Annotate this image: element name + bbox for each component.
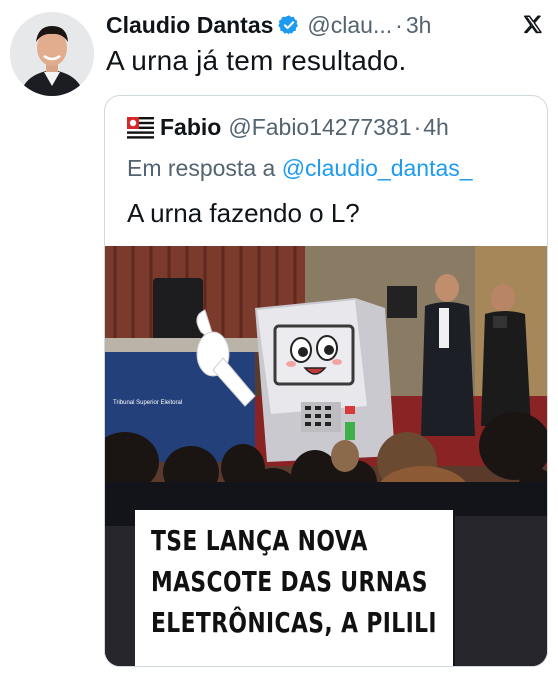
caption-line-1: TSE LANÇA NOVA: [151, 524, 368, 557]
separator-dot: ·: [395, 11, 403, 38]
x-logo-icon[interactable]: [522, 14, 544, 36]
quoted-timestamp[interactable]: 4h: [423, 114, 449, 141]
quoted-author-handle[interactable]: @Fabio14277381: [228, 114, 411, 141]
tweet-header: Claudio Dantas @clau... · 3h: [106, 10, 548, 40]
image-caption: TSE LANÇA NOVA MASCOTE DAS URNAS ELETRÔN…: [135, 510, 453, 666]
timestamp[interactable]: 3h: [406, 12, 432, 39]
reply-prefix: Em resposta a: [127, 155, 276, 181]
reply-mention-link[interactable]: @claudio_dantas_: [282, 155, 473, 181]
sao-paulo-flag-icon: [127, 116, 154, 139]
reply-context: Em resposta a @claudio_dantas_: [127, 155, 473, 182]
tweet: Claudio Dantas @clau... · 3h A urna já t…: [0, 0, 558, 680]
avatar-photo: [10, 12, 94, 96]
quoted-media-image[interactable]: Tribunal Superior Eleitoral TSE LANÇA NO…: [105, 246, 547, 666]
author-handle[interactable]: @clau...: [307, 12, 392, 39]
avatar[interactable]: [10, 12, 94, 96]
separator-dot: ·: [413, 114, 422, 140]
verified-badge-icon: [278, 14, 300, 36]
quoted-tweet[interactable]: Fabio @Fabio14277381 · 4h Em resposta a …: [104, 95, 548, 667]
podium-text: Tribunal Superior Eleitoral: [113, 400, 182, 406]
quoted-text: A urna fazendo o L?: [127, 198, 360, 228]
caption-line-2: MASCOTE DAS URNAS: [151, 565, 428, 598]
quoted-header: Fabio @Fabio14277381 · 4h: [127, 114, 449, 141]
author-name[interactable]: Claudio Dantas: [106, 12, 273, 39]
quoted-author-name[interactable]: Fabio: [160, 114, 221, 141]
tweet-text: A urna já tem resultado.: [106, 45, 407, 76]
caption-line-3: ELETRÔNICAS, A PILILI: [151, 606, 437, 639]
